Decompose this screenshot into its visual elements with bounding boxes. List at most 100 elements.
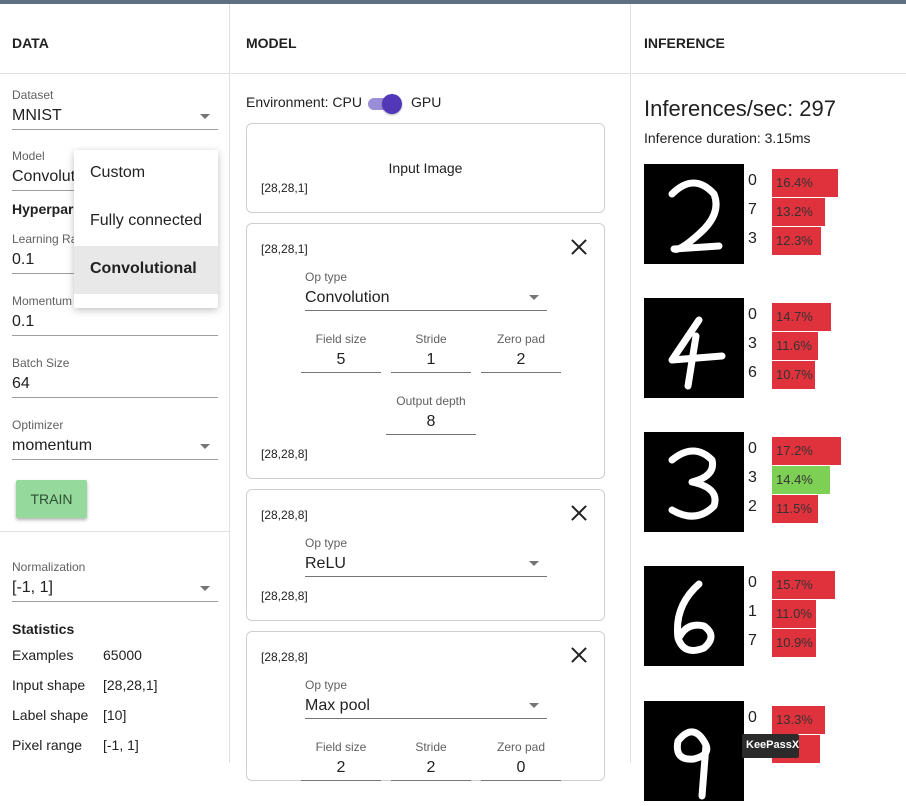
stat-key: Label shape: [12, 707, 103, 723]
prediction-label: 0: [748, 172, 757, 190]
prediction-row: 314.4%: [748, 465, 898, 494]
model-dropdown-menu: Custom Fully connected Convolutional: [74, 150, 218, 308]
stat-row: Examples65000: [12, 647, 142, 663]
stat-value: [-1, 1]: [103, 737, 139, 753]
op-type-label: Op type: [305, 536, 547, 550]
param-value: 2: [301, 759, 381, 780]
param-value: 2: [481, 351, 561, 372]
digit-image: [644, 701, 744, 801]
chevron-down-icon: [200, 586, 210, 591]
data-header: DATA: [0, 4, 229, 74]
divider: [0, 531, 230, 532]
prediction-row: 017.2%: [748, 436, 898, 465]
input-image-card: Input Image [28,28,1]: [246, 123, 605, 213]
param-value: 2: [391, 759, 471, 780]
inference-duration: Inference duration: 3.15ms: [644, 130, 811, 146]
output-depth-input[interactable]: Output depth 8: [386, 394, 476, 435]
prediction-row: 311.6%: [748, 331, 898, 360]
menu-item-custom[interactable]: Custom: [74, 150, 218, 198]
prediction-label: 0: [748, 709, 757, 727]
stat-row: Pixel range[-1, 1]: [12, 737, 139, 753]
close-icon[interactable]: [570, 646, 588, 664]
close-icon[interactable]: [570, 504, 588, 522]
menu-item-fully-connected[interactable]: Fully connected: [74, 198, 218, 246]
inference-panel: INFERENCE Inferences/sec: 297 Inference …: [632, 4, 906, 763]
normalization-select[interactable]: Normalization [-1, 1]: [12, 560, 218, 602]
layer-in-shape: [28,28,1]: [261, 242, 308, 256]
stat-row: Input shape[28,28,1]: [12, 677, 158, 693]
layer-card-max-pool: [28,28,8] Op type Max pool Field size 2 …: [246, 631, 605, 781]
chevron-down-icon: [529, 703, 539, 708]
optimizer-label: Optimizer: [12, 418, 218, 432]
op-type-label: Op type: [305, 270, 547, 284]
statistics-title: Statistics: [12, 621, 74, 637]
close-icon[interactable]: [570, 238, 588, 256]
field-size-input[interactable]: Field size 5: [301, 332, 381, 373]
prediction-percent: 11.5%: [776, 501, 812, 516]
prediction-label: 3: [748, 335, 757, 353]
chevron-down-icon: [529, 561, 539, 566]
batch-size-label: Batch Size: [12, 356, 218, 370]
inference-sample: 015.7%111.0%710.9%: [644, 566, 894, 666]
param-value: 1: [391, 351, 471, 372]
param-label: Field size: [301, 332, 381, 346]
input-shape: [28,28,1]: [261, 181, 308, 195]
prediction-percent: 14.7%: [776, 309, 813, 324]
stat-value: [28,28,1]: [103, 677, 158, 693]
prediction-label: 7: [748, 632, 757, 650]
environment-toggle[interactable]: [366, 94, 402, 114]
chevron-down-icon: [529, 295, 539, 300]
train-button[interactable]: TRAIN: [16, 480, 87, 518]
prediction-percent: 13.2%: [776, 204, 813, 219]
op-type-value: Convolution: [305, 289, 547, 310]
chevron-down-icon: [200, 444, 210, 449]
model-panel: MODEL Environment: CPU GPU Input Image […: [231, 4, 631, 763]
stride-input[interactable]: Stride 2: [391, 740, 471, 781]
inference-sample: 014.7%311.6%610.7%: [644, 298, 894, 398]
batch-size-field[interactable]: Batch Size 64: [12, 356, 218, 398]
digit-image: [644, 164, 744, 264]
prediction-percent: 14.4%: [776, 472, 813, 487]
dataset-select[interactable]: Dataset MNIST: [12, 88, 218, 130]
op-type-select[interactable]: Op type ReLU: [305, 536, 547, 577]
stat-value: [10]: [103, 707, 126, 723]
prediction-label: 0: [748, 574, 757, 592]
optimizer-select[interactable]: Optimizer momentum: [12, 418, 218, 460]
stride-input[interactable]: Stride 1: [391, 332, 471, 373]
data-panel: DATA Dataset MNIST Model Convolut Hyperp…: [0, 4, 230, 763]
prediction-row: 7 13.2%: [748, 197, 898, 226]
prediction-percent: 13.3%: [776, 712, 813, 727]
layer-out-shape: [28,28,8]: [261, 447, 308, 461]
op-type-value: Max pool: [305, 697, 547, 718]
prediction-percent: 10.7%: [776, 367, 813, 382]
param-value: 0: [481, 759, 561, 780]
prediction-label: 0: [748, 440, 757, 458]
layer-in-shape: [28,28,8]: [261, 508, 308, 522]
field-size-input[interactable]: Field size 2: [301, 740, 381, 781]
digit-image: [644, 298, 744, 398]
prediction-label: 3: [748, 230, 757, 248]
stat-key: Examples: [12, 647, 103, 663]
zero-pad-input[interactable]: Zero pad 2: [481, 332, 561, 373]
param-value: 8: [386, 413, 476, 434]
dataset-value: MNIST: [12, 107, 218, 129]
toggle-knob: [382, 94, 402, 114]
stat-key: Pixel range: [12, 737, 103, 753]
digit-image: [644, 432, 744, 532]
param-label: Field size: [301, 740, 381, 754]
layer-out-shape: [28,28,8]: [261, 589, 308, 603]
menu-item-label: Convolutional: [90, 260, 197, 277]
op-type-select[interactable]: Op type Convolution: [305, 270, 547, 311]
prediction-row: 016.4%: [748, 168, 898, 197]
prediction-label: 7: [748, 201, 757, 219]
param-label: Output depth: [386, 394, 476, 408]
input-image-title: Input Image: [247, 160, 604, 176]
op-type-select[interactable]: Op type Max pool: [305, 678, 547, 719]
menu-item-convolutional[interactable]: Convolutional: [74, 246, 218, 294]
zero-pad-input[interactable]: Zero pad 0: [481, 740, 561, 781]
prediction-percent: 11.0%: [776, 606, 812, 621]
prediction-label: 1: [748, 603, 757, 621]
prediction-percent: 12.3%: [776, 233, 813, 248]
prediction-row: 3 12.3%: [748, 226, 898, 255]
inference-sample: 016.4%713.2%312.3%: [644, 164, 894, 264]
